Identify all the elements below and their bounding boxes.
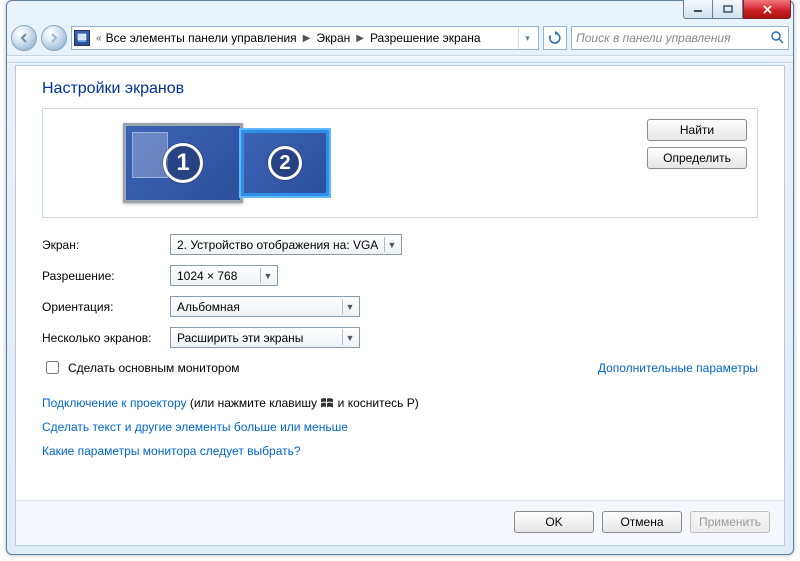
make-main-label: Сделать основным монитором [68, 361, 240, 375]
chevron-down-icon: ▼ [342, 330, 357, 345]
breadcrumb-item[interactable]: Все элементы панели управления [106, 31, 297, 45]
chevron-down-icon: ▼ [384, 237, 399, 252]
orientation-select[interactable]: Альбомная ▼ [170, 296, 360, 317]
display-label: Экран: [42, 238, 170, 252]
titlebar [7, 1, 793, 21]
which-settings-link[interactable]: Какие параметры монитора следует выбрать… [42, 444, 301, 458]
refresh-button[interactable] [543, 26, 567, 50]
orientation-value: Альбомная [177, 300, 240, 314]
minimize-button[interactable] [683, 0, 713, 19]
back-button[interactable] [11, 25, 37, 51]
chevron-right-icon: ▶ [301, 33, 313, 44]
projector-hint-a: (или нажмите клавишу [187, 396, 321, 410]
display-select[interactable]: 2. Устройство отображения на: VGA ▼ [170, 234, 402, 255]
monitor-number: 1 [163, 143, 203, 183]
monitor-1[interactable]: 1 [123, 123, 243, 203]
multi-value: Расширить эти экраны [177, 331, 303, 345]
cancel-button[interactable]: Отмена [602, 511, 682, 533]
control-panel-icon [74, 30, 90, 46]
maximize-button[interactable] [713, 0, 743, 19]
breadcrumb-item[interactable]: Экран [316, 31, 350, 45]
navigation-bar: « Все элементы панели управления ▶ Экран… [7, 21, 793, 55]
display-value: 2. Устройство отображения на: VGA [177, 238, 378, 252]
monitor-wallpaper-icon [132, 132, 168, 178]
monitor-2[interactable]: 2 [241, 130, 329, 196]
forward-button[interactable] [41, 25, 67, 51]
windows-key-icon [320, 397, 334, 409]
toolbar-strip [7, 55, 793, 63]
settings-form: Экран: 2. Устройство отображения на: VGA… [42, 234, 758, 463]
search-placeholder: Поиск в панели управления [576, 31, 731, 45]
address-dropdown[interactable]: ▾ [518, 27, 536, 49]
window-frame: « Все элементы панели управления ▶ Экран… [6, 0, 794, 555]
search-icon [770, 30, 784, 47]
ok-button[interactable]: OK [514, 511, 594, 533]
make-main-checkbox[interactable] [46, 361, 59, 374]
chevron-double-left-icon: « [96, 33, 102, 44]
find-button[interactable]: Найти [647, 119, 747, 141]
apply-button[interactable]: Применить [690, 511, 770, 533]
close-button[interactable] [743, 0, 791, 19]
chevron-down-icon: ▼ [342, 299, 357, 314]
help-links: Подключение к проектору (или нажмите кла… [42, 391, 758, 463]
address-bar[interactable]: « Все элементы панели управления ▶ Экран… [71, 26, 539, 50]
dialog-footer: OK Отмена Применить [16, 500, 784, 545]
identify-button[interactable]: Определить [647, 147, 747, 169]
content-area: Настройки экранов 1 2 Найти Определить Э… [15, 65, 785, 546]
search-input[interactable]: Поиск в панели управления [571, 26, 789, 50]
multi-display-select[interactable]: Расширить эти экраны ▼ [170, 327, 360, 348]
orientation-label: Ориентация: [42, 300, 170, 314]
resolution-select[interactable]: 1024 × 768 ▼ [170, 265, 278, 286]
advanced-settings-link[interactable]: Дополнительные параметры [598, 361, 758, 375]
chevron-right-icon: ▶ [354, 33, 366, 44]
monitor-arrangement[interactable]: 1 2 Найти Определить [42, 108, 758, 218]
resolution-label: Разрешение: [42, 269, 170, 283]
resolution-value: 1024 × 768 [177, 269, 237, 283]
text-size-link[interactable]: Сделать текст и другие элементы больше и… [42, 420, 348, 434]
projector-hint-b: и коснитесь P) [334, 396, 418, 410]
breadcrumb-item[interactable]: Разрешение экрана [370, 31, 481, 45]
chevron-down-icon: ▼ [260, 268, 275, 283]
monitor-number: 2 [268, 146, 302, 180]
projector-link[interactable]: Подключение к проектору [42, 396, 187, 410]
page-title: Настройки экранов [42, 80, 758, 98]
window-controls [683, 0, 791, 19]
multi-label: Несколько экранов: [42, 331, 170, 345]
